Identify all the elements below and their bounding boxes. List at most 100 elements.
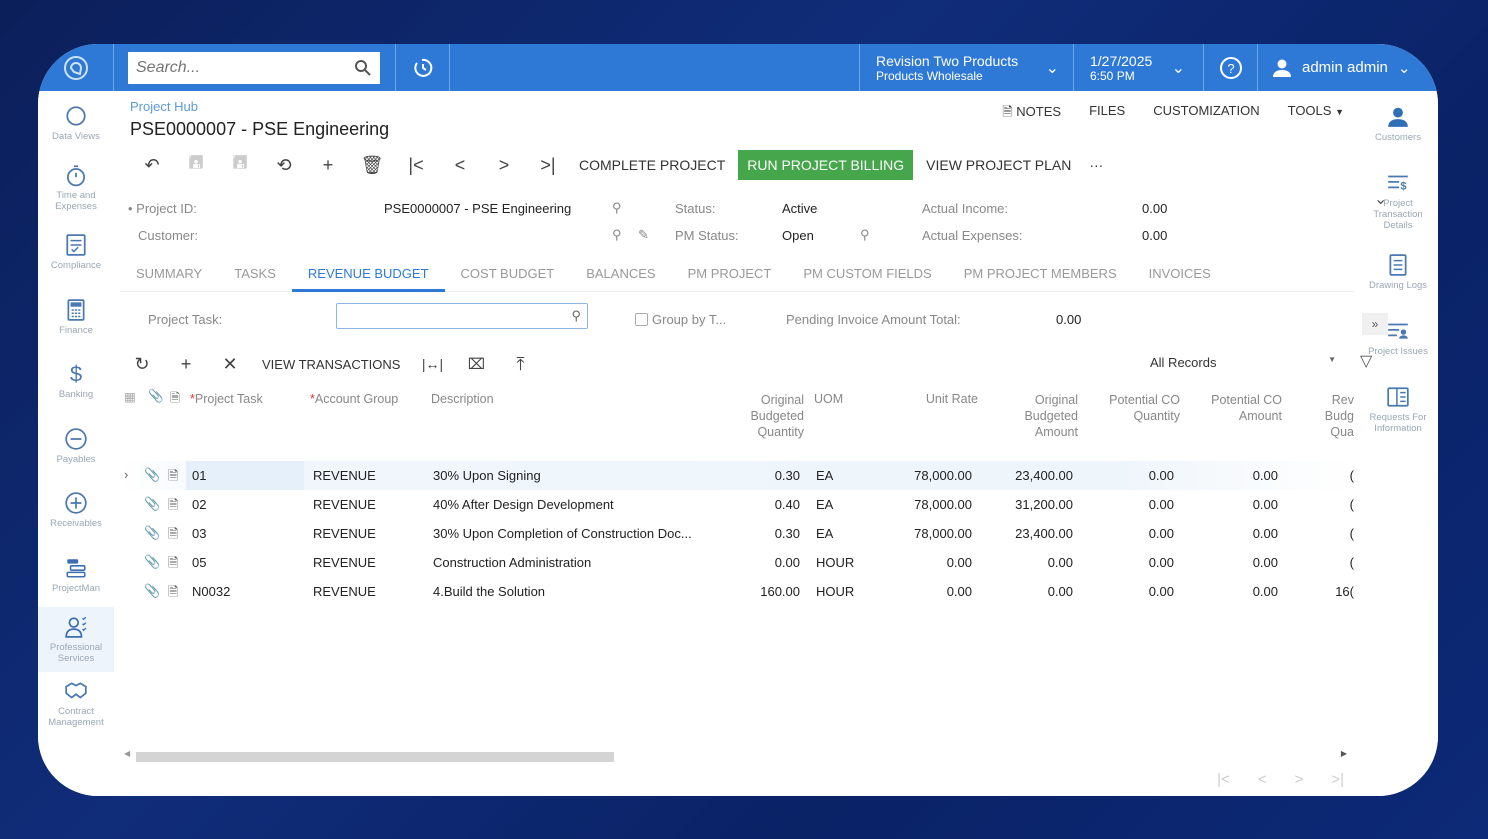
attachment-icon[interactable]: 📎 <box>144 554 160 570</box>
scroll-right-icon[interactable]: ▶ <box>1341 749 1347 758</box>
cell-project-task[interactable]: 01 <box>186 461 304 490</box>
sidebar-item-projectman[interactable]: ProjectMan <box>38 543 114 608</box>
cell-description[interactable]: 30% Upon Signing <box>433 468 541 483</box>
date-selector[interactable]: 1/27/2025 6:50 PM ⌄ <box>1074 44 1204 91</box>
note-icon[interactable]: 🗎 <box>168 525 178 547</box>
sidebar-item-compliance[interactable]: Compliance <box>38 220 114 285</box>
right-panel-item-drawing-logs[interactable]: Drawing Logs <box>1358 253 1438 305</box>
cell-account-group[interactable]: REVENUE <box>313 584 376 599</box>
tab-tasks[interactable]: TASKS <box>218 256 292 292</box>
note-icon[interactable]: 🗎 <box>168 467 178 489</box>
cell-original-budgeted-amount[interactable]: 31,200.00 <box>990 497 1073 512</box>
attachment-icon[interactable]: 📎 <box>144 525 160 541</box>
cell-original-budgeted-quantity[interactable]: 0.30 <box>740 526 800 541</box>
tab-pm-project-members[interactable]: PM PROJECT MEMBERS <box>948 256 1133 292</box>
user-menu[interactable]: admin admin ⌄ <box>1258 44 1438 91</box>
cell-revised-budgeted-quantity[interactable]: ( <box>1320 497 1354 512</box>
tab-pm-custom-fields[interactable]: PM CUSTOM FIELDS <box>787 256 947 292</box>
cell-project-task[interactable]: 05 <box>186 548 304 577</box>
tab-balances[interactable]: BALANCES <box>570 256 671 292</box>
back-icon[interactable]: ↶ <box>130 155 174 176</box>
cell-project-task[interactable]: N0032 <box>186 577 304 606</box>
note-icon[interactable]: 🗎 <box>168 554 178 576</box>
search-icon[interactable]: ⚲ <box>860 227 870 243</box>
sidebar-item-receivables[interactable]: Receivables <box>38 478 114 543</box>
tab-cost-budget[interactable]: COST BUDGET <box>445 256 571 292</box>
last-record-icon[interactable]: >| <box>526 155 570 176</box>
customer-field[interactable] <box>384 228 614 244</box>
run-project-billing-button[interactable]: RUN PROJECT BILLING <box>738 150 914 180</box>
column-project-task[interactable]: *Project Task <box>190 392 263 406</box>
cell-uom[interactable]: EA <box>816 468 833 483</box>
scrollbar-thumb[interactable] <box>136 752 614 762</box>
cell-original-budgeted-quantity[interactable]: 0.30 <box>740 468 800 483</box>
cell-description[interactable]: 30% Upon Completion of Construction Doc.… <box>433 526 692 541</box>
note-icon[interactable]: 🗎 <box>168 583 178 605</box>
more-tabs-button[interactable]: » <box>1362 313 1388 335</box>
breadcrumb[interactable]: Project Hub <box>130 99 198 114</box>
pm-status-field[interactable]: Open <box>782 228 814 243</box>
table-row[interactable]: 📎 🗎 03 REVENUE 30% Upon Completion of Constr… <box>120 519 1354 548</box>
more-actions-button[interactable]: ··· <box>1080 150 1112 180</box>
complete-project-button[interactable]: COMPLETE PROJECT <box>570 150 734 180</box>
cell-original-budgeted-amount[interactable]: 23,400.00 <box>990 526 1073 541</box>
cell-potential-co-quantity[interactable]: 0.00 <box>1100 468 1174 483</box>
status-value[interactable]: Active <box>782 201 817 216</box>
cell-potential-co-quantity[interactable]: 0.00 <box>1100 497 1174 512</box>
cell-revised-budgeted-quantity[interactable]: ( <box>1320 526 1354 541</box>
right-panel-item-customers[interactable]: Customers <box>1358 105 1438 157</box>
tools-menu[interactable]: TOOLS ▼ <box>1288 103 1344 125</box>
column-potential-co-quantity[interactable]: Potential CO Quantity <box>1094 392 1180 424</box>
cell-original-budgeted-amount[interactable]: 23,400.00 <box>990 468 1073 483</box>
right-panel-item-requests-for-information[interactable]: Requests For Information <box>1358 385 1438 437</box>
history-button[interactable] <box>396 44 450 91</box>
records-filter-select[interactable]: All Records ▼ <box>1150 355 1336 370</box>
cell-uom[interactable]: EA <box>816 526 833 541</box>
cell-potential-co-amount[interactable]: 0.00 <box>1200 468 1278 483</box>
last-page-icon[interactable]: >| <box>1331 771 1344 788</box>
next-page-icon[interactable]: > <box>1295 771 1304 788</box>
save-close-icon[interactable]: 🖪 <box>174 150 218 180</box>
sidebar-item-professional-services[interactable]: Professional Services <box>38 607 114 672</box>
cell-unit-rate[interactable]: 78,000.00 <box>890 497 972 512</box>
cell-potential-co-quantity[interactable]: 0.00 <box>1100 555 1174 570</box>
cell-potential-co-amount[interactable]: 0.00 <box>1200 497 1278 512</box>
attachment-icon[interactable]: 📎 <box>144 496 160 512</box>
table-row[interactable]: 📎 🗎 05 REVENUE Construction Administration 0.… <box>120 548 1354 577</box>
column-account-group[interactable]: *Account Group <box>310 392 398 406</box>
previous-record-icon[interactable]: < <box>438 155 482 176</box>
cell-unit-rate[interactable]: 0.00 <box>890 555 972 570</box>
files-link[interactable]: FILES <box>1089 103 1125 125</box>
column-unit-rate[interactable]: Unit Rate <box>890 392 978 406</box>
sidebar-item-contract-management[interactable]: Contract Management <box>38 672 114 737</box>
cell-project-task[interactable]: 02 <box>186 490 304 519</box>
sidebar-item-payables[interactable]: Payables <box>38 414 114 479</box>
cell-revised-budgeted-quantity[interactable]: ( <box>1320 468 1354 483</box>
cell-project-task[interactable]: 03 <box>186 519 304 548</box>
view-transactions-button[interactable]: VIEW TRANSACTIONS <box>252 357 410 372</box>
add-icon[interactable]: + <box>306 155 350 176</box>
checkbox[interactable] <box>635 313 648 326</box>
delete-row-icon[interactable]: ✕ <box>208 354 252 375</box>
cell-potential-co-amount[interactable]: 0.00 <box>1200 555 1278 570</box>
first-page-icon[interactable]: |< <box>1217 771 1230 788</box>
column-original-budgeted-quantity[interactable]: Original Budgeted Quantity <box>740 392 804 440</box>
column-potential-co-amount[interactable]: Potential CO Amount <box>1200 392 1282 424</box>
search-input[interactable] <box>136 58 336 77</box>
attachment-icon[interactable]: 📎 <box>144 583 160 599</box>
cell-account-group[interactable]: REVENUE <box>313 497 376 512</box>
cell-unit-rate[interactable]: 0.00 <box>890 584 972 599</box>
undo-icon[interactable]: ⟲ <box>262 155 306 176</box>
search-icon[interactable]: ⚲ <box>612 200 622 216</box>
tab-revenue-budget[interactable]: REVENUE BUDGET <box>291 256 445 292</box>
cell-potential-co-amount[interactable]: 0.00 <box>1200 584 1278 599</box>
column-revised-budgeted-quantity[interactable]: Rev Budg Qua <box>1312 392 1354 440</box>
customization-link[interactable]: CUSTOMIZATION <box>1153 103 1259 125</box>
right-panel-item-project-transaction-details[interactable]: $ Project Transaction Details <box>1358 171 1438 239</box>
column-original-budgeted-amount[interactable]: Original Budgeted Amount <box>1010 392 1078 440</box>
cell-potential-co-quantity[interactable]: 0.00 <box>1100 584 1174 599</box>
project-task-input[interactable]: ⚲ <box>336 303 588 329</box>
horizontal-scrollbar[interactable]: ◀ ▶ <box>124 749 1349 762</box>
table-row[interactable]: 📎 🗎 02 REVENUE 40% After Design Development 0… <box>120 490 1354 519</box>
help-button[interactable]: ? <box>1204 44 1258 91</box>
